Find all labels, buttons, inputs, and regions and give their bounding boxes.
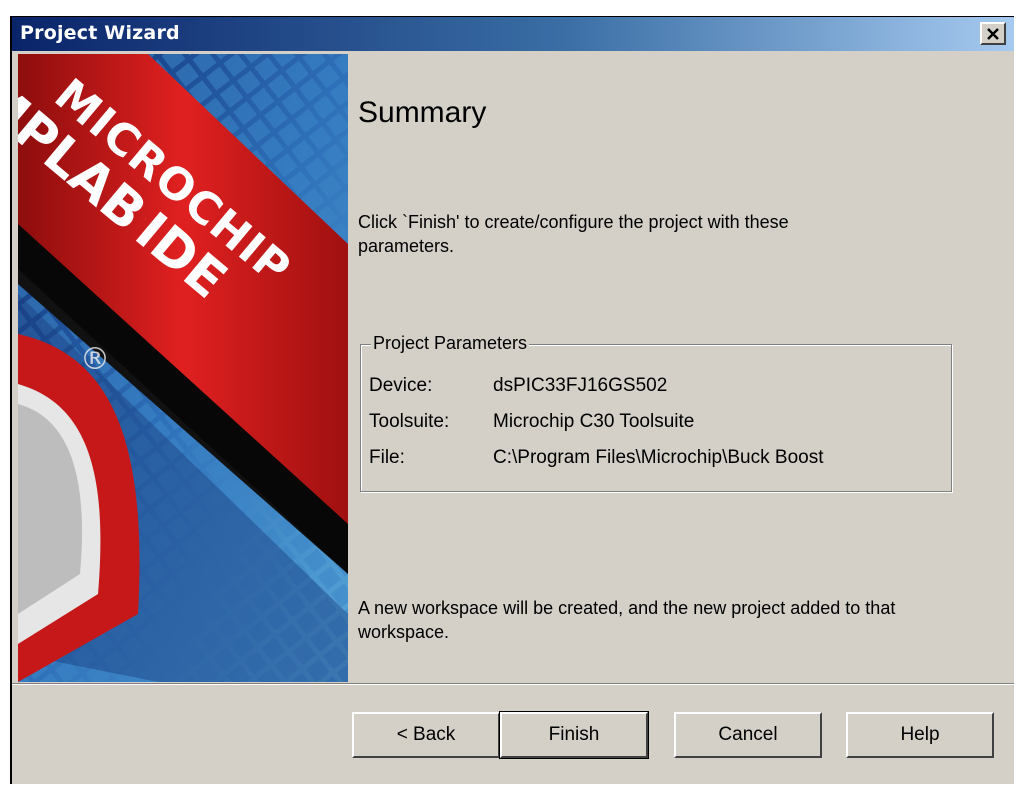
- param-value: C:\Program Files\Microchip\Buck Boost: [493, 447, 824, 468]
- project-wizard-dialog: Project Wizard ® MICROCHIP MPLAB IDE Sum…: [10, 16, 1014, 784]
- back-button[interactable]: < Back: [352, 712, 500, 758]
- finish-button[interactable]: Finish: [499, 711, 649, 759]
- close-button[interactable]: [980, 22, 1006, 45]
- help-button[interactable]: Help: [846, 712, 994, 758]
- wizard-content: Summary Click `Finish' to create/configu…: [348, 54, 1008, 682]
- param-key: File:: [369, 447, 405, 468]
- project-parameters-label: Project Parameters: [371, 333, 530, 354]
- param-row-device: Device: dsPIC33FJ16GS502: [369, 375, 667, 397]
- cancel-button[interactable]: Cancel: [674, 712, 822, 758]
- page-title: Summary: [358, 96, 487, 129]
- param-value: dsPIC33FJ16GS502: [493, 375, 668, 396]
- instructions-text: Click `Finish' to create/configure the p…: [358, 212, 789, 256]
- param-key: Device:: [369, 375, 433, 396]
- registered-mark: ®: [80, 342, 110, 377]
- param-row-file: File: C:\Program Files\Microchip\Buck Boo…: [369, 447, 824, 469]
- window-title: Project Wizard: [20, 22, 180, 44]
- param-row-toolsuite: Toolsuite: Microchip C30 Toolsuite: [369, 411, 694, 433]
- param-key: Toolsuite:: [369, 411, 450, 432]
- mplab-banner-image: ® MICROCHIP MPLAB IDE: [18, 54, 348, 682]
- param-value: Microchip C30 Toolsuite: [493, 411, 695, 432]
- close-icon: [987, 27, 999, 40]
- project-parameters-group: Project Parameters Device: dsPIC33FJ16GS5…: [360, 333, 952, 492]
- title-bar[interactable]: Project Wizard: [12, 17, 1014, 51]
- workspace-note: A new workspace will be created, and the…: [358, 598, 896, 642]
- separator-highlight: [12, 684, 1014, 685]
